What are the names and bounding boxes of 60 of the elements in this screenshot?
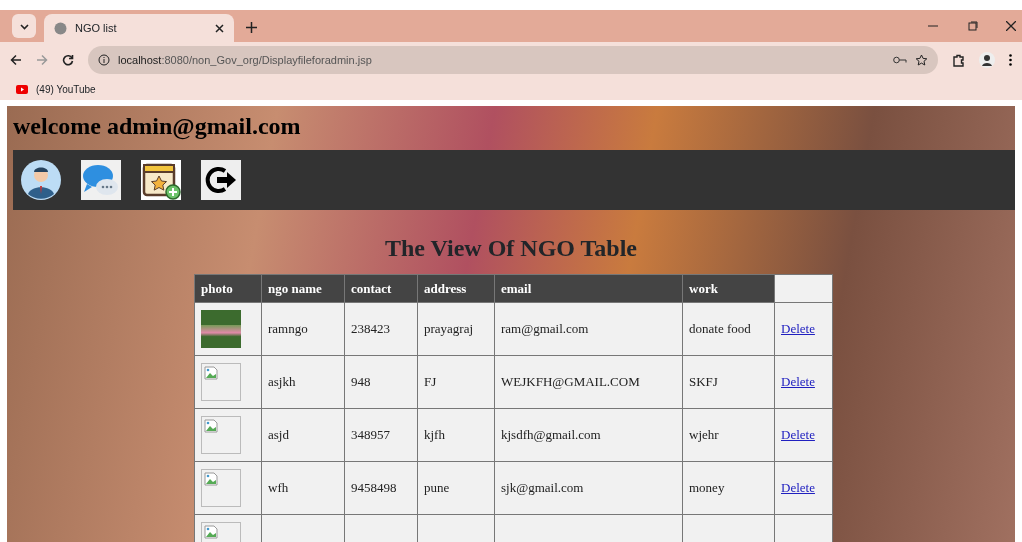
back-icon[interactable] (10, 54, 22, 66)
table-cell: asjd (268, 427, 289, 443)
table-cell: kjfh (424, 427, 445, 443)
browser-tab[interactable]: NGO list (44, 14, 234, 42)
table-cell: pune (424, 480, 450, 496)
menu-icon[interactable] (1009, 54, 1012, 66)
table-cell: donate food (689, 321, 751, 337)
page-heading: The View Of NGO Table (383, 234, 638, 263)
photo-placeholder (201, 310, 241, 348)
new-tab-icon[interactable] (246, 22, 257, 33)
close-icon[interactable] (215, 23, 224, 33)
info-icon (98, 54, 110, 66)
table-cell: ram@gmail.com (501, 321, 589, 337)
table-cell: kjsdfh@gmail.com (501, 427, 601, 443)
broken-image-icon (201, 469, 241, 507)
bookmark[interactable]: (49) YouTube (16, 81, 96, 97)
delete-link[interactable]: Delete (781, 427, 815, 443)
delete-link[interactable]: Delete (781, 374, 815, 390)
delete-link[interactable]: Delete (781, 321, 815, 337)
column-header: email (494, 274, 683, 303)
logout-icon[interactable] (201, 159, 243, 201)
key-icon[interactable] (893, 56, 907, 64)
calendar-star-icon[interactable] (141, 159, 183, 201)
broken-image-icon (201, 416, 241, 454)
table-cell: wfh (268, 480, 289, 496)
table-cell: 948 (351, 374, 371, 390)
column-header: contact (344, 274, 418, 303)
table-cell: FJ (424, 374, 437, 390)
star-icon[interactable] (915, 53, 928, 67)
table-cell: ramngo (268, 321, 308, 337)
table-cell: money (689, 480, 725, 496)
chat-bubbles-icon[interactable] (81, 159, 123, 201)
url-text: localhost:8080/non_Gov_org/Displayfileforadmin.jsp (118, 52, 373, 68)
close-icon[interactable] (1006, 21, 1016, 31)
extensions-icon[interactable] (952, 53, 965, 67)
table-cell: 348957 (351, 427, 390, 443)
address-bar[interactable]: localhost:8080/non_Gov_org/Displayfileforadmin.jsp (88, 46, 938, 74)
table-cell: WEJKFH@GMAIL.COM (501, 374, 640, 390)
chevron-down-icon (19, 23, 29, 30)
column-header: address (417, 274, 495, 303)
table-cell: prayagraj (424, 321, 474, 337)
table-cell: 238423 (351, 321, 390, 337)
broken-image-icon (201, 363, 241, 401)
column-header: photo (194, 274, 262, 303)
column-header: ngo name (261, 274, 345, 303)
tab-list-button[interactable] (12, 14, 36, 38)
table-cell: wjehr (689, 427, 719, 443)
table-cell: sjk@gmail.com (501, 480, 584, 496)
reload-icon[interactable] (62, 54, 74, 66)
delete-link[interactable]: Delete (781, 480, 815, 496)
table-cell: asjkh (268, 374, 296, 390)
table-cell: SKFJ (689, 374, 718, 390)
column-header: work (682, 274, 775, 303)
welcome-heading: welcome admin@gmail.com (13, 112, 302, 140)
video-icon (16, 84, 28, 94)
profile-icon[interactable] (21, 159, 63, 201)
restore-icon[interactable] (968, 21, 978, 31)
tab-title: NGO list (75, 20, 118, 36)
table-cell: 9458498 (351, 480, 397, 496)
avatar-icon[interactable] (979, 52, 995, 68)
